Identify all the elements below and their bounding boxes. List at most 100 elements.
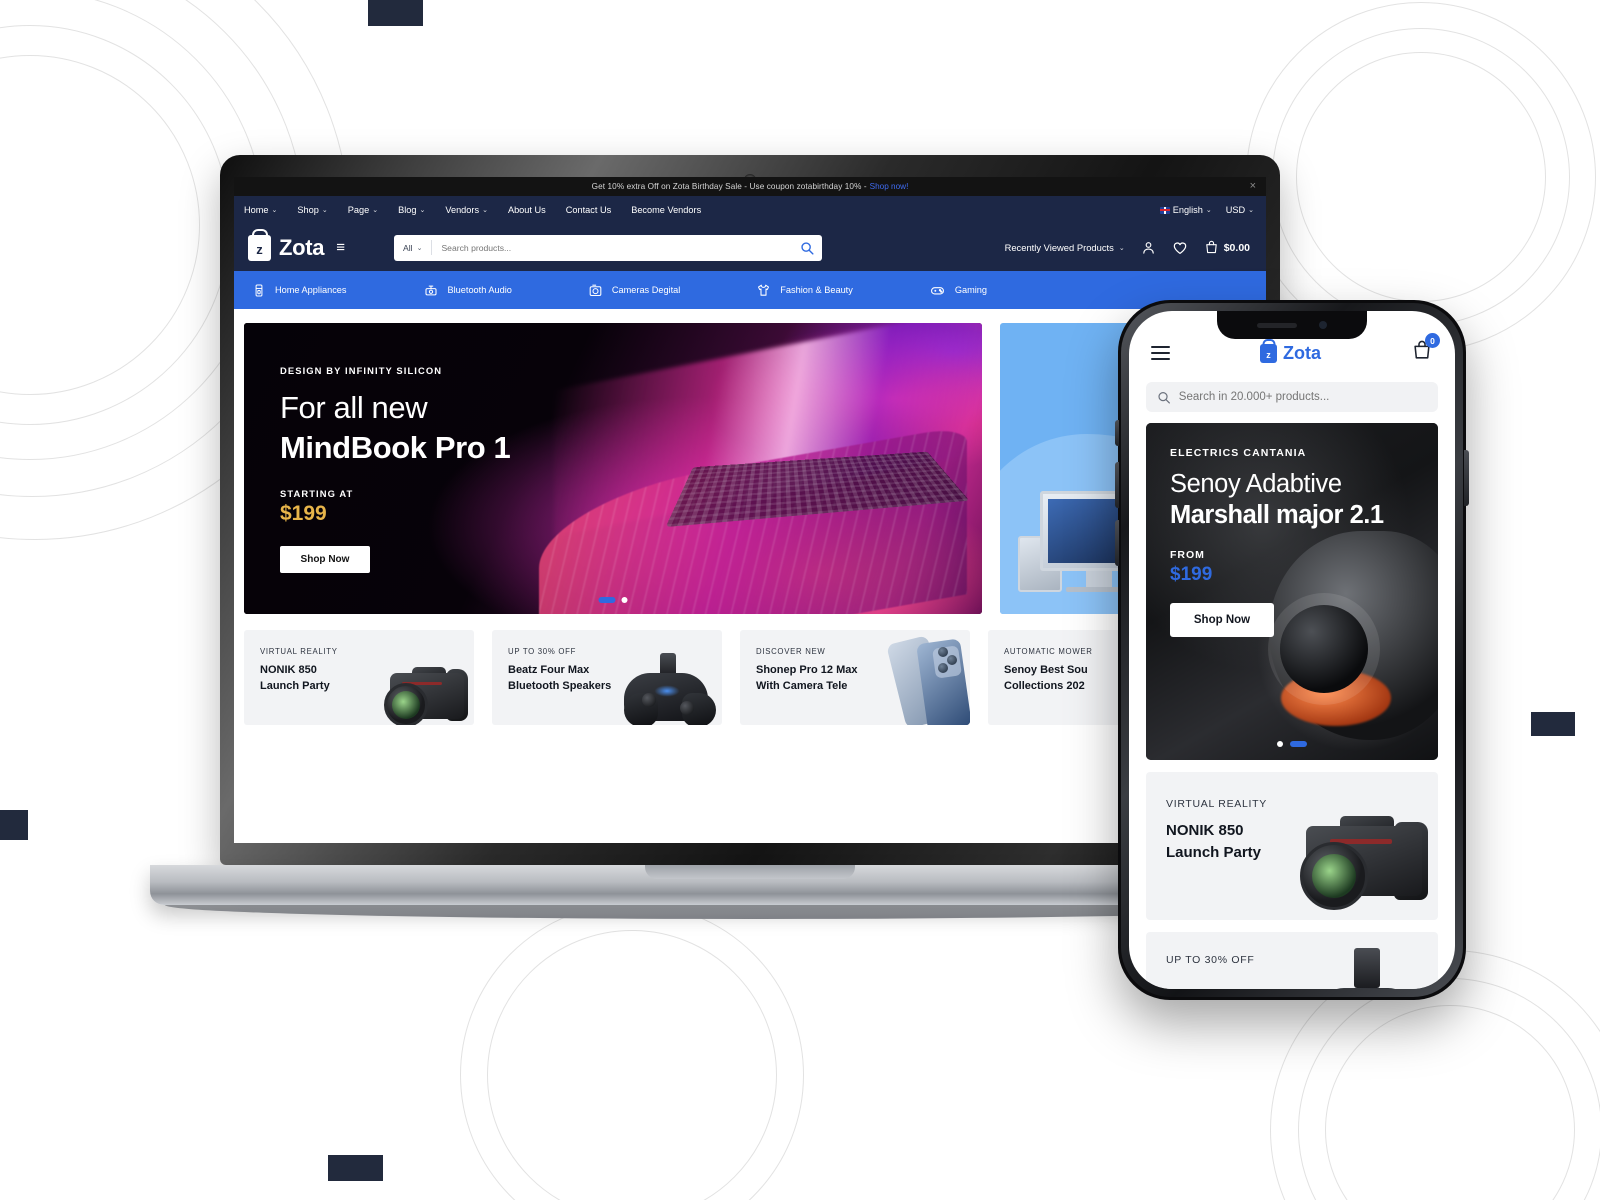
front-camera-icon	[1319, 321, 1327, 329]
laptop-screen: Get 10% extra Off on Zota Birthday Sale …	[234, 177, 1266, 843]
category-bluetooth-audio[interactable]: Bluetooth Audio	[423, 283, 512, 298]
volume-down-button[interactable]	[1115, 520, 1119, 566]
gamepad-image	[1308, 948, 1428, 989]
category-fashion-beauty[interactable]: Fashion & Beauty	[756, 283, 853, 298]
cart-button[interactable]: $0.00	[1204, 240, 1250, 255]
language-label: English	[1172, 205, 1203, 215]
mute-switch[interactable]	[1115, 420, 1119, 446]
hero-starting-label: STARTING AT	[280, 488, 354, 499]
phone-device: z Zota 0 Search in 20.000+ products... E…	[1115, 300, 1469, 1000]
nav-item-home[interactable]: Home ⌄	[244, 205, 277, 215]
mobile-search-input[interactable]	[1178, 391, 1427, 403]
category-home-appliances[interactable]: Home Appliances	[252, 283, 347, 298]
hamburger-menu-icon[interactable]: ≡	[336, 240, 345, 255]
search-bar: All ⌄	[394, 234, 823, 261]
nav-item-about-us[interactable]: About Us	[508, 205, 546, 215]
recently-viewed-products[interactable]: Recently Viewed Products ⌄	[1005, 242, 1125, 253]
recently-viewed-label: Recently Viewed Products	[1004, 242, 1114, 253]
mobile-search-bar	[1146, 382, 1438, 412]
hero-copy: DESIGN BY INFINITY SILICON For all new M…	[280, 365, 511, 573]
mobile-hero-shop-now-button[interactable]: Shop Now	[1170, 603, 1274, 637]
site-logo[interactable]: z Zota	[248, 234, 325, 261]
mobile-site-logo[interactable]: z Zota	[1260, 343, 1321, 364]
ring-decoration	[460, 903, 804, 1200]
search-button[interactable]	[794, 241, 820, 255]
language-selector[interactable]: English ⌄	[1159, 205, 1212, 215]
hero-title-line1: For all new	[280, 390, 428, 425]
category-label: Home Appliances	[275, 285, 347, 295]
mobile-feature-card[interactable]: UP TO 30% OFF	[1146, 932, 1438, 989]
gamepad-glow	[654, 685, 680, 697]
mobile-hero-from-label: FROM	[1170, 549, 1205, 561]
category-label: Gaming	[954, 285, 987, 295]
nav-item-become-vendors[interactable]: Become Vendors	[631, 205, 701, 215]
shopping-bag-logo-icon: z	[1260, 343, 1277, 363]
feature-cards: VIRTUAL REALITY NONIK 850 Launch Party U…	[234, 614, 1266, 725]
phone-lens	[938, 647, 948, 657]
feature-card[interactable]: VIRTUAL REALITY NONIK 850 Launch Party	[244, 630, 474, 725]
nav-item-contact-us[interactable]: Contact Us	[566, 205, 611, 215]
gamepad-stick-left	[642, 693, 656, 707]
uk-flag-icon	[1159, 206, 1170, 214]
power-button[interactable]	[1464, 450, 1469, 506]
nav-label: Become Vendors	[631, 205, 702, 215]
chevron-down-icon: ⌄	[416, 244, 423, 252]
category-gaming[interactable]: Gaming	[929, 283, 987, 298]
logo-mark: z	[256, 241, 263, 257]
wishlist-heart-icon[interactable]	[1172, 240, 1188, 256]
close-icon[interactable]: ×	[1250, 181, 1256, 192]
camera-glass	[392, 691, 420, 719]
mobile-cart-button[interactable]: 0	[1411, 333, 1440, 367]
carousel-dot-active[interactable]	[598, 597, 616, 603]
gamepad-mount	[1354, 948, 1380, 988]
cart-total: $0.00	[1223, 241, 1250, 254]
mobile-feature-card[interactable]: VIRTUAL REALITY NONIK 850 Launch Party	[1146, 772, 1438, 920]
account-icon[interactable]	[1141, 240, 1156, 255]
camera-image	[1268, 788, 1438, 916]
carousel-dot-active[interactable]	[1290, 741, 1307, 747]
nav-item-blog[interactable]: Blog ⌄	[398, 205, 425, 215]
nav-item-vendors[interactable]: Vendors ⌄	[445, 205, 488, 215]
nav-label: About Us	[507, 205, 546, 215]
mobile-logo-text: Zota	[1283, 342, 1321, 363]
camera-image	[368, 639, 472, 725]
phone-lens	[938, 663, 948, 673]
hero-shop-now-button[interactable]: Shop Now	[280, 546, 370, 573]
phone-notch	[1217, 311, 1367, 339]
mobile-carousel-dots	[1277, 741, 1307, 747]
nav-item-shop[interactable]: Shop ⌄	[297, 205, 327, 215]
square-decoration	[368, 0, 423, 26]
chevron-down-icon: ⌄	[1248, 207, 1254, 214]
feature-card[interactable]: UP TO 30% OFF Beatz Four Max Bluetooth S…	[492, 630, 722, 725]
category-cameras-digital[interactable]: Cameras Degital	[588, 283, 680, 298]
carousel-dot[interactable]	[1277, 741, 1283, 747]
monitor-stand	[1085, 571, 1112, 587]
nav-item-page[interactable]: Page ⌄	[348, 205, 378, 215]
nav-label: Home	[244, 205, 269, 215]
nav-label: Blog	[398, 205, 417, 215]
currency-selector[interactable]: USD ⌄	[1226, 205, 1254, 215]
mobile-hero-banner[interactable]: ELECTRICS CANTANIA Senoy Adabtive Marsha…	[1146, 423, 1438, 760]
search-scope-label: All	[403, 242, 413, 253]
hero-eyebrow: DESIGN BY INFINITY SILICON	[280, 365, 443, 376]
promo-shop-now-link[interactable]: Shop now!	[870, 182, 909, 191]
feature-card[interactable]: DISCOVER NEW Shonep Pro 12 Max With Came…	[740, 630, 970, 725]
phone-frame: z Zota 0 Search in 20.000+ products... E…	[1115, 300, 1469, 1000]
search-scope-dropdown[interactable]: All ⌄	[403, 243, 431, 253]
hero-row: DESIGN BY INFINITY SILICON For all new M…	[234, 309, 1266, 614]
hero-banner[interactable]: DESIGN BY INFINITY SILICON For all new M…	[244, 323, 982, 614]
chevron-down-icon: ⌄	[419, 207, 426, 214]
category-label: Bluetooth Audio	[447, 285, 512, 295]
camera-glass	[1312, 854, 1356, 898]
square-decoration	[328, 1155, 383, 1181]
carousel-dot[interactable]	[621, 597, 628, 603]
volume-up-button[interactable]	[1115, 462, 1119, 508]
shopping-bag-logo-icon: z	[248, 234, 271, 261]
mobile-hero-copy: ELECTRICS CANTANIA Senoy Adabtive Marsha…	[1170, 447, 1384, 637]
earpiece-speaker	[1257, 322, 1297, 328]
search-input[interactable]	[432, 242, 795, 253]
gamepad-stick-right	[680, 701, 694, 715]
mobile-hamburger-menu-icon[interactable]	[1151, 346, 1170, 360]
chevron-down-icon: ⌄	[321, 207, 328, 214]
logo-mark: z	[1266, 349, 1271, 360]
